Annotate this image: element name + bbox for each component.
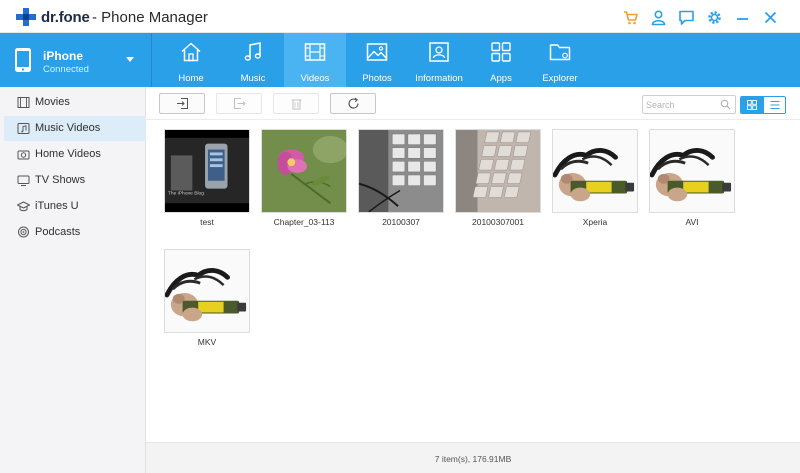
video-title: Chapter_03-113	[273, 217, 335, 227]
tab-music-label: Music	[240, 73, 266, 84]
tab-apps[interactable]: Apps	[470, 33, 532, 87]
sidebar-item-itunes-u[interactable]: iTunes U	[4, 194, 146, 219]
video-title: AVI	[685, 217, 699, 227]
sidebar-item-label: Music Videos	[35, 122, 101, 134]
video-thumbnail	[164, 249, 250, 333]
cart-icon[interactable]	[622, 9, 639, 26]
video-tile[interactable]: The iPhone Blog test	[164, 129, 250, 229]
video-grid: The iPhone Blog test Chapter_03-113 2010…	[146, 120, 800, 442]
list-view-button[interactable]	[764, 97, 785, 113]
sidebar-item-label: Home Videos	[35, 148, 101, 160]
tab-apps-label: Apps	[490, 73, 512, 84]
list-view-icon	[770, 100, 780, 110]
tab-photos[interactable]: Photos	[346, 33, 408, 87]
video-tile[interactable]: Xperia	[552, 129, 638, 229]
toolbar	[146, 87, 800, 120]
sidebar-item-home-videos[interactable]: Home Videos	[4, 142, 146, 167]
refresh-icon	[348, 97, 359, 109]
sidebar: Movies Music Videos Home Videos TV Shows…	[0, 87, 146, 473]
device-selector[interactable]: iPhone Connected	[0, 33, 152, 87]
svg-text:The iPhone Blog: The iPhone Blog	[168, 190, 204, 196]
export-icon	[234, 98, 246, 109]
brand-name: dr.fone	[41, 9, 90, 26]
feedback-icon[interactable]	[678, 9, 695, 26]
refresh-button[interactable]	[330, 93, 376, 114]
status-bar: 7 item(s), 176.91MB	[146, 442, 800, 473]
video-thumbnail	[261, 129, 347, 213]
music-video-icon	[17, 123, 30, 134]
close-icon[interactable]	[762, 9, 779, 26]
sidebar-item-label: iTunes U	[35, 200, 79, 212]
item-count-summary: 7 item(s), 176.91MB	[434, 454, 512, 464]
tab-videos-label: Videos	[300, 73, 330, 84]
home-icon	[181, 42, 201, 62]
graduation-cap-icon	[17, 201, 30, 212]
export-button[interactable]	[216, 93, 262, 114]
tv-icon	[17, 175, 30, 186]
podcast-icon	[18, 226, 29, 238]
video-tile[interactable]: Chapter_03-113	[261, 129, 347, 229]
video-thumbnail: The iPhone Blog	[164, 129, 250, 213]
delete-button[interactable]	[273, 93, 319, 114]
tab-home-label: Home	[178, 73, 204, 84]
sidebar-item-podcasts[interactable]: Podcasts	[4, 220, 146, 245]
tab-photos-label: Photos	[362, 73, 392, 84]
video-thumbnail	[649, 129, 735, 213]
trash-icon	[291, 99, 302, 110]
video-title: 20100307	[382, 217, 420, 227]
contact-card-icon	[429, 42, 449, 62]
gear-icon[interactable]	[706, 9, 723, 26]
video-title: Xperia	[582, 217, 608, 227]
apps-icon	[491, 42, 511, 62]
sidebar-item-label: Podcasts	[35, 226, 81, 238]
video-thumbnail	[358, 129, 444, 213]
user-icon[interactable]	[650, 9, 667, 26]
video-title: 20100307001	[471, 217, 524, 227]
music-icon	[244, 42, 261, 61]
sidebar-item-tv-shows[interactable]: TV Shows	[4, 168, 146, 193]
tab-explorer[interactable]: Explorer	[532, 33, 588, 87]
video-thumbnail	[552, 129, 638, 213]
chevron-down-icon[interactable]	[126, 57, 134, 62]
video-tile[interactable]: 20100307	[358, 129, 444, 229]
import-button[interactable]	[159, 93, 205, 114]
camera-icon	[17, 150, 30, 160]
grid-view-icon	[747, 100, 757, 110]
photo-icon	[366, 43, 388, 61]
film-strip-icon	[17, 97, 30, 108]
device-name: iPhone	[43, 49, 84, 63]
minimize-icon[interactable]	[734, 9, 751, 26]
video-title: MKV	[197, 337, 217, 347]
phone-icon	[15, 48, 31, 72]
sidebar-item-label: TV Shows	[35, 174, 86, 186]
app-title: - Phone Manager	[92, 9, 208, 26]
tab-information-label: Information	[415, 73, 463, 84]
tab-information[interactable]: Information	[408, 33, 470, 87]
search-input[interactable]	[646, 98, 718, 111]
search-icon[interactable]	[720, 99, 731, 110]
main-nav-bar: iPhone Connected Home Music Videos Photo…	[0, 33, 800, 87]
folder-icon	[549, 44, 571, 61]
sidebar-item-label: Movies	[35, 96, 70, 108]
drfone-logo-icon	[16, 8, 36, 26]
grid-view-button[interactable]	[741, 97, 764, 113]
search-box	[642, 95, 736, 114]
sidebar-item-music-videos[interactable]: Music Videos	[4, 116, 146, 141]
tab-videos[interactable]: Videos	[284, 33, 346, 87]
tab-music[interactable]: Music	[222, 33, 284, 87]
import-icon	[177, 98, 188, 109]
view-mode-toggle	[740, 96, 786, 114]
video-tile[interactable]: AVI	[649, 129, 735, 229]
tab-explorer-label: Explorer	[542, 73, 578, 84]
video-tile[interactable]: MKV	[164, 249, 250, 349]
film-icon	[304, 43, 326, 61]
tab-home[interactable]: Home	[160, 33, 222, 87]
video-thumbnail	[455, 129, 541, 213]
title-bar: dr.fone - Phone Manager	[0, 0, 800, 33]
sidebar-item-movies[interactable]: Movies	[4, 90, 146, 115]
video-title: test	[200, 217, 214, 227]
main-panel: The iPhone Blog test	[146, 87, 800, 473]
device-status: Connected	[43, 64, 89, 75]
video-tile[interactable]: 20100307001	[455, 129, 541, 229]
